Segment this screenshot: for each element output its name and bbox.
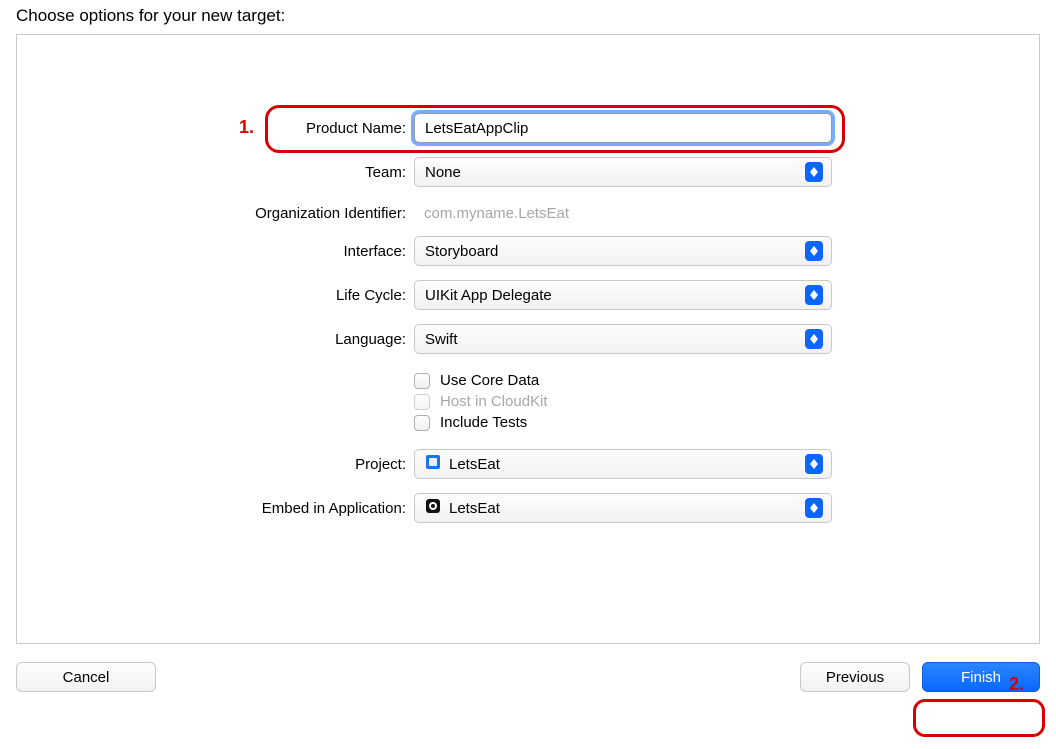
label-lifecycle: Life Cycle:: [17, 287, 414, 304]
checkbox-row-core-data[interactable]: Use Core Data: [414, 372, 832, 389]
page-root: Choose options for your new target: 1. P…: [0, 0, 1056, 710]
options-panel: 1. Product Name: Team: None: [16, 34, 1040, 644]
checkbox-label-core-data: Use Core Data: [440, 372, 539, 389]
embed-app-select[interactable]: LetsEat: [414, 493, 832, 523]
interface-select-value: Storyboard: [425, 243, 498, 260]
row-embed-app: Embed in Application: LetsEat: [17, 493, 1039, 523]
checkbox-host-cloudkit: [414, 394, 430, 410]
page-header: Choose options for your new target:: [16, 0, 1040, 34]
label-embed-app: Embed in Application:: [17, 500, 414, 517]
checkbox-row-include-tests[interactable]: Include Tests: [414, 414, 832, 431]
lifecycle-select-value: UIKit App Delegate: [425, 287, 552, 304]
interface-select[interactable]: Storyboard: [414, 236, 832, 266]
xcodeproj-icon: [425, 454, 441, 474]
label-language: Language:: [17, 331, 414, 348]
label-product-name: Product Name:: [17, 120, 414, 137]
language-select-value: Swift: [425, 331, 458, 348]
chevron-updown-icon: [805, 454, 823, 474]
chevron-updown-icon: [805, 498, 823, 518]
button-bar: Cancel Previous Finish: [16, 662, 1040, 692]
cancel-button[interactable]: Cancel: [16, 662, 156, 692]
checkbox-label-include-tests: Include Tests: [440, 414, 527, 431]
chevron-updown-icon: [805, 329, 823, 349]
lifecycle-select[interactable]: UIKit App Delegate: [414, 280, 832, 310]
callout-number-2: 2.: [1009, 674, 1024, 695]
project-select-value: LetsEat: [449, 456, 500, 473]
row-team: Team: None: [17, 157, 1039, 187]
row-language: Language: Swift: [17, 324, 1039, 354]
previous-button[interactable]: Previous: [800, 662, 910, 692]
checkbox-include-tests[interactable]: [414, 415, 430, 431]
row-checkboxes: Use Core Data Host in CloudKit Include T…: [17, 368, 1039, 435]
org-identifier-value: com.myname.LetsEat: [414, 201, 832, 226]
embed-app-select-value: LetsEat: [449, 500, 500, 517]
row-lifecycle: Life Cycle: UIKit App Delegate: [17, 280, 1039, 310]
row-org-identifier: Organization Identifier: com.myname.Lets…: [17, 201, 1039, 226]
checkbox-label-cloudkit: Host in CloudKit: [440, 393, 548, 410]
finish-button-label: Finish: [961, 669, 1001, 686]
project-select[interactable]: LetsEat: [414, 449, 832, 479]
label-project: Project:: [17, 456, 414, 473]
label-org-identifier: Organization Identifier:: [17, 205, 414, 222]
chevron-updown-icon: [805, 285, 823, 305]
team-select-value: None: [425, 164, 461, 181]
row-project: Project: LetsEat: [17, 449, 1039, 479]
chevron-updown-icon: [805, 162, 823, 182]
chevron-updown-icon: [805, 241, 823, 261]
form-area: Product Name: Team: None: [17, 113, 1039, 537]
row-product-name: Product Name:: [17, 113, 1039, 143]
product-name-input[interactable]: [414, 113, 832, 143]
label-interface: Interface:: [17, 243, 414, 260]
language-select[interactable]: Swift: [414, 324, 832, 354]
label-team: Team:: [17, 164, 414, 181]
app-icon: [425, 498, 441, 518]
row-interface: Interface: Storyboard: [17, 236, 1039, 266]
checkbox-row-cloudkit: Host in CloudKit: [414, 393, 832, 410]
team-select[interactable]: None: [414, 157, 832, 187]
cancel-button-label: Cancel: [63, 669, 110, 686]
checkbox-use-core-data[interactable]: [414, 373, 430, 389]
previous-button-label: Previous: [826, 669, 884, 686]
